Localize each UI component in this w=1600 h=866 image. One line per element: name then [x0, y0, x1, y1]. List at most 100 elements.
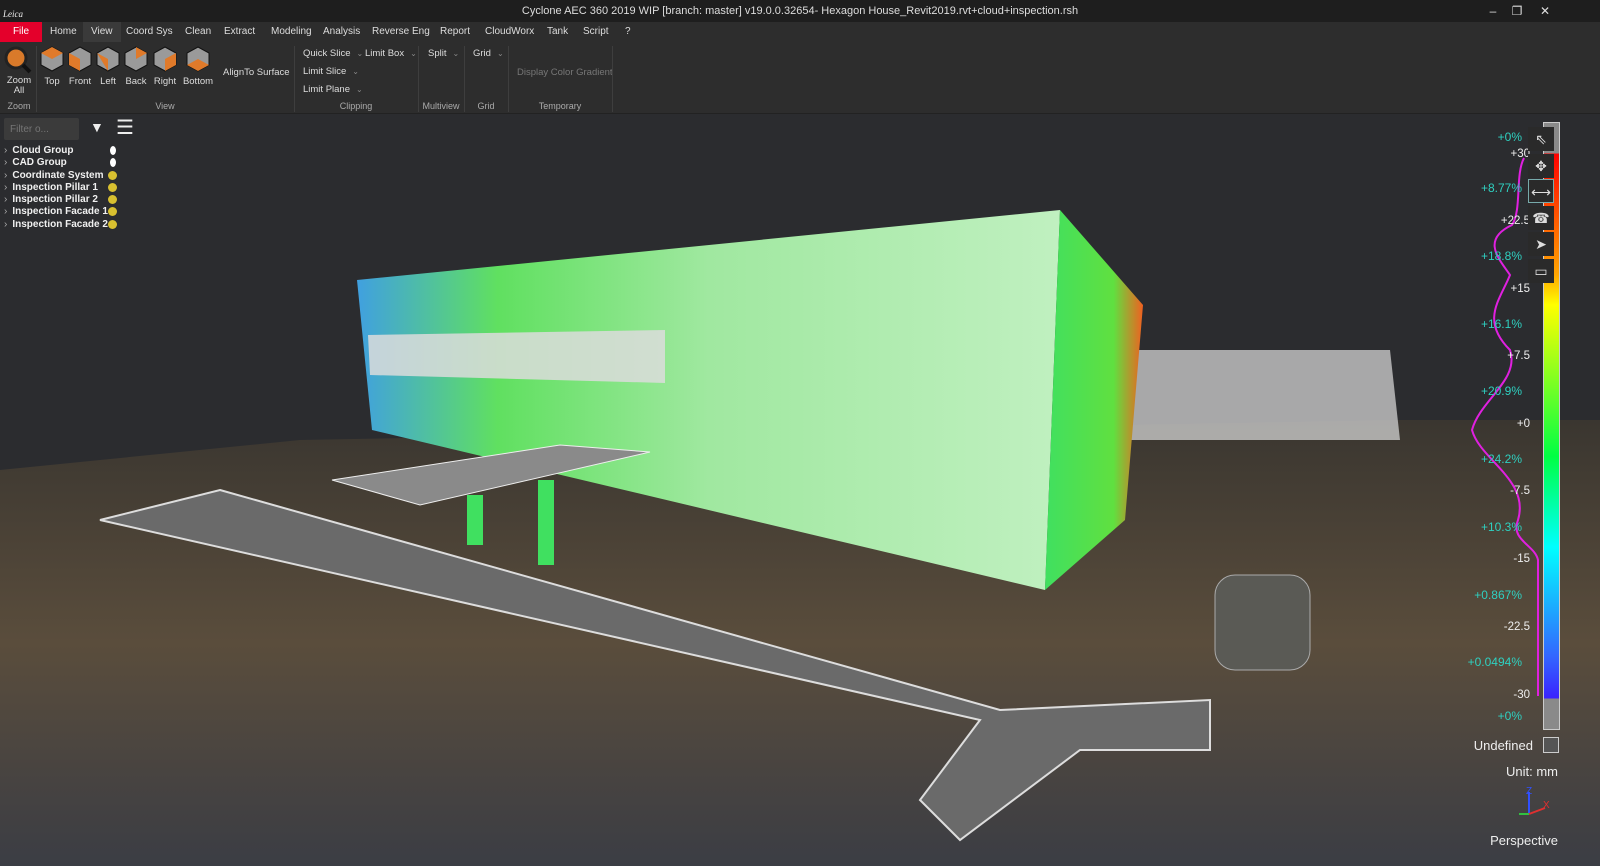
chevron-right-icon[interactable]: › — [4, 219, 7, 230]
orbit-icon[interactable]: ✥ — [1528, 154, 1554, 178]
chevron-right-icon[interactable]: › — [4, 157, 7, 168]
window-band — [368, 330, 665, 383]
tree-item-label: Inspection Pillar 1 — [12, 181, 98, 193]
histogram-percentage: +8.77% — [1480, 181, 1522, 195]
menu-coord-sys[interactable]: Coord Sys — [118, 22, 181, 42]
clip-box-icon[interactable]: ▭ — [1528, 259, 1554, 283]
limit-plane-label: Limit Plane — [303, 84, 350, 95]
menu-view[interactable]: View — [83, 22, 121, 42]
menu-clean[interactable]: Clean — [177, 22, 219, 42]
chevron-right-icon[interactable]: › — [4, 145, 7, 156]
scale-tick-label: -15 — [1513, 553, 1530, 565]
visibility-bulb-icon[interactable] — [108, 182, 117, 192]
scale-tick-label: -22.5 — [1503, 621, 1530, 633]
histogram-percentage: +0.0494% — [1467, 655, 1522, 669]
tree-item-label: Coordinate System — [12, 169, 104, 181]
visibility-bulb-icon[interactable] — [108, 170, 117, 180]
undefined-label: Undefined — [1473, 738, 1533, 753]
pillar-1 — [467, 495, 483, 545]
limit-slice-button[interactable]: Limit Slice ⌄ — [303, 66, 359, 77]
3d-viewport[interactable] — [0, 114, 1600, 866]
histogram-percentage: +0% — [1497, 709, 1522, 723]
window-title: Cyclone AEC 360 2019 WIP [branch: master… — [521, 5, 1079, 17]
menu-help[interactable]: ? — [617, 22, 639, 42]
scale-tick-label: +7.5 — [1507, 350, 1530, 362]
tree-item[interactable]: › Inspection Pillar 2 — [4, 194, 134, 206]
scale-tick-label: +30 — [1510, 148, 1530, 160]
tree-item[interactable]: › Coordinate System — [4, 170, 134, 182]
display-color-gradient-button[interactable]: Display Color Gradient — [517, 67, 613, 78]
tree-item[interactable]: › Inspection Pillar 1 — [4, 182, 134, 194]
multiview-group-label: Multiview — [422, 101, 460, 111]
limit-box-button[interactable]: Limit Box ⌄ — [365, 48, 417, 59]
grid-button[interactable]: Grid ⌄ — [473, 48, 504, 59]
menu-report[interactable]: Report — [432, 22, 478, 42]
histogram-percentage: +24.2% — [1480, 452, 1522, 466]
menu-file[interactable]: File — [0, 22, 42, 42]
histogram-percentage: +20.9% — [1480, 384, 1522, 398]
split-button[interactable]: Split ⌄ — [428, 48, 459, 59]
menu-reverse-eng[interactable]: Reverse Eng — [364, 22, 438, 42]
tree-item[interactable]: › CAD Group — [4, 157, 134, 169]
undefined-color-swatch[interactable] — [1543, 737, 1559, 753]
select-icon[interactable]: ⇖ — [1528, 127, 1554, 151]
quick-slice-button[interactable]: Quick Slice ⌄ — [303, 48, 363, 59]
chevron-right-icon[interactable]: › — [4, 206, 7, 217]
view-label: Bottom — [182, 76, 214, 87]
filter-input[interactable] — [4, 118, 79, 140]
visibility-bulb-icon[interactable] — [110, 146, 116, 155]
projection-label[interactable]: Perspective — [1470, 833, 1558, 848]
neighbor-building — [1130, 350, 1400, 440]
view-cube-icon — [40, 46, 64, 72]
visibility-bulb-icon[interactable] — [108, 207, 117, 217]
grid-label: Grid — [473, 48, 491, 59]
align-to-surface-button[interactable]: AlignTo Surface — [223, 67, 290, 78]
chevron-right-icon[interactable]: › — [4, 170, 7, 181]
zoom-all-button[interactable]: Zoom All — [4, 46, 34, 98]
menu-modeling[interactable]: Modeling — [263, 22, 320, 42]
visibility-bulb-icon[interactable] — [108, 195, 117, 205]
axis-triad-icon: Z X — [1519, 786, 1550, 815]
histogram-percentage: +16.1% — [1480, 317, 1522, 331]
view-label: Right — [153, 76, 177, 87]
minimize-button[interactable]: – — [1480, 0, 1506, 22]
tree-item[interactable]: › Inspection Facade 2 — [4, 219, 134, 231]
menu-script[interactable]: Script — [575, 22, 617, 42]
fly-icon[interactable]: ➤ — [1528, 232, 1554, 256]
menu-extract[interactable]: Extract — [216, 22, 263, 42]
tree-item[interactable]: › Cloud Group — [4, 145, 134, 157]
limit-plane-button[interactable]: Limit Plane ⌄ — [303, 84, 363, 95]
grid-group-label: Grid — [477, 101, 495, 111]
view-cube-icon — [186, 46, 210, 72]
tree-item[interactable]: › Inspection Facade 1 — [4, 206, 134, 218]
visibility-bulb-icon[interactable] — [108, 219, 117, 229]
pan-icon[interactable]: ⟷ — [1528, 179, 1554, 203]
chevron-right-icon[interactable]: › — [4, 194, 7, 205]
scale-tick-label: +22.5 — [1500, 215, 1530, 227]
menu-tank[interactable]: Tank — [539, 22, 576, 42]
menu-list-icon[interactable]: ☰ — [116, 115, 134, 140]
histogram-percentage: +0.867% — [1474, 588, 1522, 602]
scale-tick-label: -30 — [1513, 689, 1530, 701]
filter-icon[interactable]: ▼ — [90, 119, 104, 135]
split-label: Split — [428, 48, 447, 59]
zoom-all-icon — [4, 46, 32, 74]
temporary-group-label: Temporary — [538, 101, 582, 111]
view-cube-icon — [96, 46, 120, 72]
close-button[interactable]: ✕ — [1532, 0, 1558, 22]
project-tree: › Cloud Group › CAD Group › Coordinate System… — [4, 145, 134, 231]
visibility-bulb-icon[interactable] — [110, 158, 116, 168]
menu-analysis[interactable]: Analysis — [315, 22, 368, 42]
walk-icon[interactable]: ☎ — [1528, 206, 1554, 230]
menu-home[interactable]: Home — [42, 22, 85, 42]
limit-slice-label: Limit Slice — [303, 66, 347, 77]
restore-button[interactable]: ❐ — [1504, 0, 1530, 22]
chevron-right-icon[interactable]: › — [4, 182, 7, 193]
scale-tick-label: -7.5 — [1510, 485, 1530, 497]
tree-item-label: Inspection Pillar 2 — [12, 194, 98, 206]
menu-cloudworx[interactable]: CloudWorx — [477, 22, 542, 42]
tree-item-label: Inspection Facade 1 — [12, 206, 108, 218]
histogram-percentage: +0% — [1497, 130, 1522, 144]
zoom-all-label: Zoom All — [6, 75, 32, 96]
histogram-percentage: +18.8% — [1480, 249, 1522, 263]
